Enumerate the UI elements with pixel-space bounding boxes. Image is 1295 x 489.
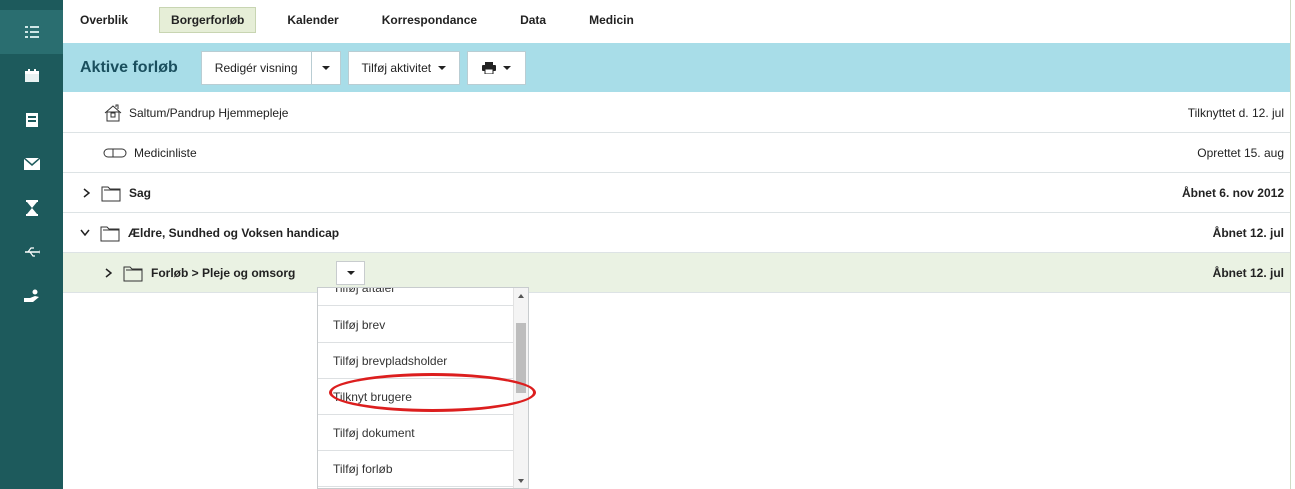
- folder-icon: [100, 226, 120, 241]
- mail-icon[interactable]: [0, 142, 63, 186]
- toolbar: Aktive forløb Redigér visning Tilføj akt…: [63, 43, 1290, 92]
- row-label: Saltum/Pandrup Hjemmepleje: [129, 105, 289, 120]
- list-item[interactable]: Ældre, Sundhed og Voksen handicap Åbnet …: [63, 213, 1290, 253]
- scroll-up-icon[interactable]: [518, 294, 524, 298]
- calendar-icon[interactable]: [0, 54, 63, 98]
- row-date: Åbnet 12. jul: [1212, 265, 1284, 280]
- menu-item-add-letter[interactable]: Tilføj brev: [318, 307, 513, 343]
- toolbar-title: Aktive forløb: [80, 58, 178, 76]
- tab-korrespondance[interactable]: Korrespondance: [382, 7, 477, 33]
- row-label: Ældre, Sundhed og Voksen handicap: [128, 225, 340, 240]
- house-icon: [104, 104, 122, 121]
- list-item[interactable]: Medicinliste Oprettet 15. aug: [63, 133, 1290, 173]
- hourglass-icon[interactable]: [0, 186, 63, 230]
- caret-down-icon: [321, 65, 330, 70]
- tab-borgerforloeb[interactable]: Borgerforløb: [159, 7, 257, 33]
- row-label: Forløb > Pleje og omsorg: [151, 265, 296, 280]
- folder-icon: [101, 186, 121, 201]
- row-date: Oprettet 15. aug: [1197, 145, 1284, 160]
- list-item[interactable]: Saltum/Pandrup Hjemmepleje Tilknyttet d.…: [63, 93, 1290, 133]
- scroll-down-icon[interactable]: [518, 479, 524, 483]
- right-edge: [1290, 0, 1291, 489]
- row-date: Tilknyttet d. 12. jul: [1187, 105, 1284, 120]
- row-label: Sag: [129, 185, 152, 200]
- row-date: Åbnet 6. nov 2012: [1181, 185, 1284, 200]
- chevron-down-icon[interactable]: [80, 228, 90, 238]
- usb-icon[interactable]: [0, 230, 63, 274]
- print-icon: [482, 61, 497, 74]
- menu-item-add-course[interactable]: Tilføj forløb: [318, 451, 513, 487]
- row-date: Åbnet 12. jul: [1212, 225, 1284, 240]
- list-item[interactable]: Sag Åbnet 6. nov 2012: [63, 173, 1290, 213]
- binder-icon[interactable]: [0, 98, 63, 142]
- hand-coin-icon[interactable]: [0, 274, 63, 318]
- sidebar: [0, 0, 63, 489]
- pill-icon: [103, 148, 127, 157]
- tab-overblik[interactable]: Overblik: [80, 7, 128, 33]
- menu-scrollbar[interactable]: [513, 288, 528, 488]
- tab-data[interactable]: Data: [520, 7, 546, 33]
- caret-down-icon: [438, 65, 447, 70]
- menu-item-add-document[interactable]: Tilføj dokument: [318, 415, 513, 451]
- caret-down-icon: [503, 65, 512, 70]
- actions-menu: Tilføj aftaler Tilføj brev Tilføj brevpl…: [317, 287, 529, 489]
- menu-item-add-letter-placeholder[interactable]: Tilføj brevpladsholder: [318, 343, 513, 379]
- print-button[interactable]: [467, 50, 527, 85]
- add-activity-label: Tilføj aktivitet: [361, 60, 432, 75]
- chevron-right-icon[interactable]: [81, 187, 91, 198]
- chevron-right-icon[interactable]: [103, 267, 113, 278]
- top-nav: Overblik Borgerforløb Kalender Korrespon…: [63, 0, 1295, 40]
- menu-item-add-appointments[interactable]: Tilføj aftaler: [318, 288, 513, 306]
- tab-kalender[interactable]: Kalender: [287, 7, 338, 33]
- list-icon[interactable]: [0, 10, 63, 54]
- edit-view-button[interactable]: Redigér visning: [200, 50, 312, 85]
- tab-medicin[interactable]: Medicin: [589, 7, 634, 33]
- scroll-thumb[interactable]: [516, 323, 526, 393]
- edit-view-dropdown-button[interactable]: [311, 50, 341, 85]
- row-label: Medicinliste: [134, 145, 197, 160]
- list-item[interactable]: Forløb > Pleje og omsorg Åbnet 12. jul: [63, 253, 1290, 293]
- add-activity-button[interactable]: Tilføj aktivitet: [347, 50, 461, 85]
- folder-icon: [123, 266, 143, 281]
- row-actions-dropdown-button[interactable]: [336, 261, 365, 285]
- caret-down-icon: [346, 271, 355, 275]
- menu-item-attach-users[interactable]: Tilknyt brugere: [318, 379, 513, 415]
